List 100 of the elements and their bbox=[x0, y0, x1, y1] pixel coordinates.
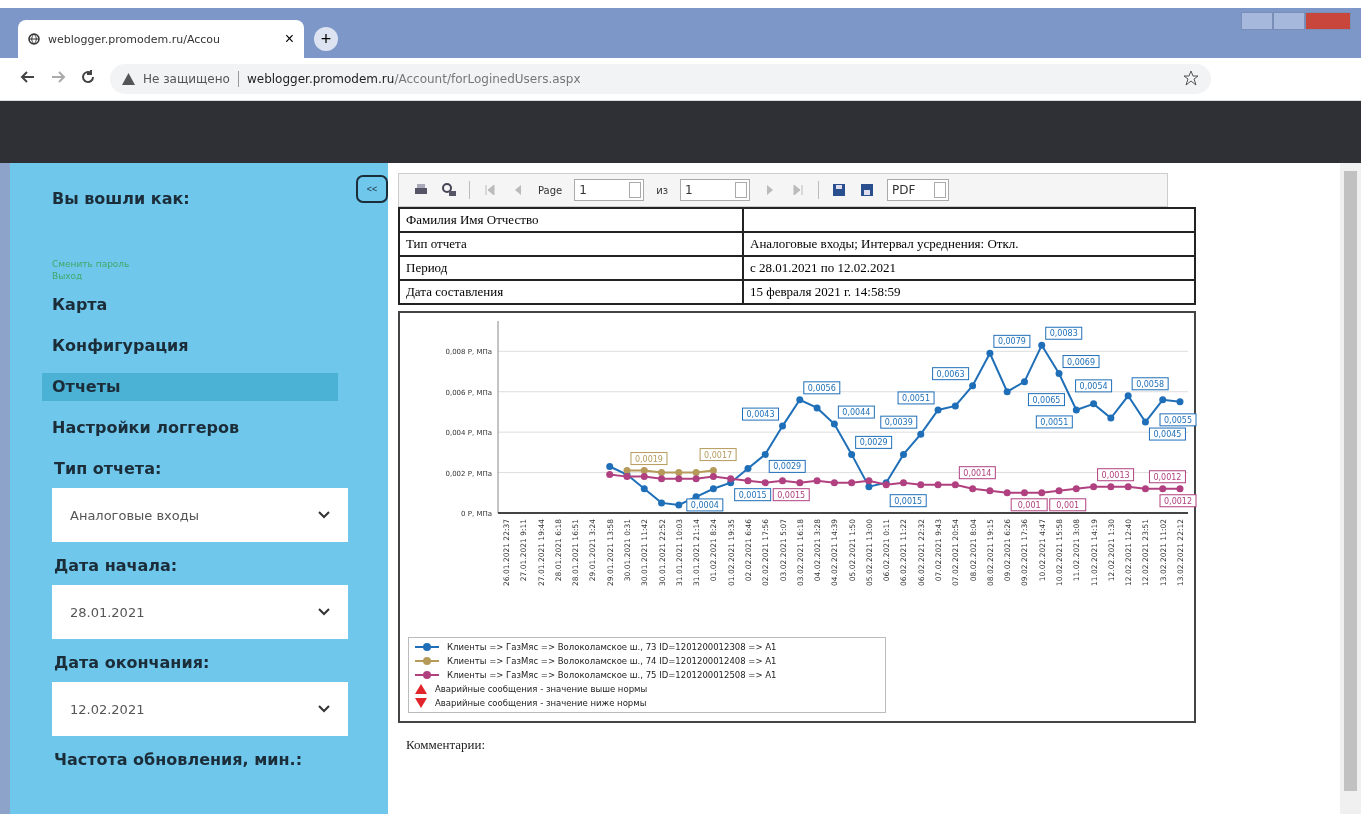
data-label: 0,0013 bbox=[1097, 468, 1135, 482]
data-point bbox=[761, 450, 769, 458]
annotation: 0,0079 bbox=[997, 337, 1026, 347]
data-label: 0,0015 bbox=[734, 488, 772, 502]
annotation: 0,0015 bbox=[777, 490, 806, 500]
new-tab-button[interactable]: + bbox=[314, 27, 338, 51]
annotation: 0,0083 bbox=[1049, 329, 1078, 339]
dropdown-field[interactable]: 28.01.2021 bbox=[52, 585, 348, 639]
collapse-button[interactable]: << bbox=[356, 175, 388, 203]
data-label: 0,0014 bbox=[958, 466, 996, 480]
data-label: 0,001 bbox=[1049, 498, 1087, 512]
annotation: 0,0012 bbox=[1153, 472, 1182, 482]
chevron-icon bbox=[318, 705, 330, 713]
annotation: 0,0044 bbox=[842, 408, 871, 418]
annotation: 0,0065 bbox=[1032, 395, 1061, 405]
data-point bbox=[1159, 485, 1167, 493]
annotation: 0,0014 bbox=[963, 468, 992, 478]
field-label: Дата окончания: bbox=[54, 653, 211, 672]
close-button[interactable] bbox=[1305, 12, 1351, 30]
annotation: 0,0055 bbox=[1164, 415, 1192, 425]
data-point bbox=[813, 477, 821, 485]
minimize-button[interactable] bbox=[1241, 12, 1273, 30]
url-text: weblogger.promodem.ru/Account/forLoginedUsers.aspx bbox=[246, 72, 581, 86]
data-point bbox=[934, 481, 942, 489]
page-label: Page bbox=[538, 184, 563, 196]
nav-item[interactable]: Настройки логгеров bbox=[42, 414, 338, 442]
data-point bbox=[1090, 400, 1098, 408]
security-label: Не защищено bbox=[143, 72, 230, 86]
comments-label: Комментарии: bbox=[406, 737, 487, 753]
data-label: 0,0019 bbox=[630, 452, 668, 466]
warning-icon bbox=[122, 73, 135, 85]
data-point bbox=[830, 420, 838, 428]
reload-icon[interactable] bbox=[80, 68, 96, 85]
data-label: 0,0069 bbox=[1062, 355, 1100, 369]
table-cell: Дата составления bbox=[399, 280, 743, 304]
legend-label: Аварийные сообщения - значение ниже нормы bbox=[435, 698, 647, 708]
dropdown-field[interactable]: 12.02.2021 bbox=[52, 682, 348, 736]
data-point bbox=[709, 485, 717, 493]
legend-label: Клиенты => ГазМяс => Волоколамское ш., 73 ID=1201200012308 => A1 bbox=[447, 642, 777, 652]
data-point bbox=[900, 479, 907, 487]
data-point bbox=[744, 477, 752, 485]
data-point bbox=[1159, 396, 1167, 404]
data-label: 0,0044 bbox=[837, 405, 875, 419]
data-point bbox=[1055, 370, 1063, 378]
data-point bbox=[813, 404, 821, 412]
data-point bbox=[848, 479, 856, 487]
data-label: 0,0063 bbox=[932, 367, 970, 381]
chevron-icon bbox=[318, 511, 330, 519]
annotation: 0,0045 bbox=[1153, 430, 1182, 440]
legend-line-icon bbox=[415, 656, 439, 666]
data-point bbox=[830, 479, 838, 487]
table-cell: Тип отчета bbox=[399, 232, 743, 256]
back-arrow-icon[interactable] bbox=[20, 68, 36, 85]
data-point bbox=[796, 479, 804, 487]
legend-line-icon bbox=[415, 642, 439, 652]
print-preview-icon[interactable] bbox=[441, 182, 457, 198]
data-label: 0,0015 bbox=[889, 494, 927, 508]
data-point bbox=[1107, 483, 1115, 491]
dropdown-field[interactable]: Аналоговые входы bbox=[52, 488, 348, 542]
annotation: 0,0029 bbox=[859, 438, 888, 448]
data-point bbox=[761, 479, 769, 487]
data-label: 0,0051 bbox=[1035, 415, 1073, 429]
data-label: 0,001 bbox=[1010, 498, 1048, 512]
forward-arrow-icon[interactable] bbox=[50, 68, 66, 85]
annotation: 0,0017 bbox=[704, 450, 733, 460]
data-point bbox=[1055, 487, 1063, 495]
table-cell: с 28.01.2021 по 12.02.2021 bbox=[743, 256, 1195, 280]
data-point bbox=[1176, 398, 1184, 406]
table-cell: Аналоговые входы; Интервал усреднения: Откл. bbox=[743, 232, 1195, 256]
page-select[interactable]: 1 bbox=[574, 179, 645, 201]
field-label: Частота обновления, мин.: bbox=[54, 750, 304, 769]
maximize-button[interactable] bbox=[1273, 12, 1305, 30]
close-tab-button[interactable]: × bbox=[284, 30, 294, 48]
data-label: 0,0079 bbox=[993, 334, 1031, 348]
annotation: 0,0013 bbox=[1101, 470, 1130, 480]
nav-item[interactable]: Карта bbox=[42, 291, 338, 319]
data-point bbox=[1107, 414, 1115, 422]
nav-item[interactable]: Конфигурация bbox=[42, 332, 338, 360]
nav-item[interactable]: Отчеты bbox=[42, 373, 338, 401]
table-cell: 15 февраля 2021 г. 14:58:59 bbox=[743, 280, 1195, 304]
star-icon[interactable] bbox=[1183, 69, 1199, 86]
data-point bbox=[1003, 388, 1011, 396]
data-label: 0,0051 bbox=[897, 391, 935, 405]
total-pages-select[interactable]: 1 bbox=[680, 179, 751, 201]
data-point bbox=[969, 485, 977, 493]
annotation: 0,0039 bbox=[884, 418, 913, 428]
table-cell: Период bbox=[399, 256, 743, 280]
first-page-icon[interactable] bbox=[482, 182, 498, 198]
browser-tab[interactable]: weblogger.promodem.ru/Accou × bbox=[18, 20, 304, 58]
save-icon[interactable] bbox=[831, 182, 848, 198]
data-label: 0,0029 bbox=[768, 459, 806, 473]
data-point bbox=[1141, 418, 1149, 426]
format-select[interactable]: PDF bbox=[887, 179, 950, 201]
scrollbar[interactable] bbox=[1340, 163, 1361, 814]
data-point bbox=[951, 481, 959, 489]
triangle-down-icon bbox=[415, 698, 427, 708]
address-bar[interactable]: Не защищено weblogger.promodem.ru/Account/forLoginedUsers.aspx bbox=[110, 64, 1211, 94]
data-point bbox=[1003, 489, 1011, 497]
export-icon[interactable] bbox=[859, 182, 876, 198]
data-point bbox=[1124, 483, 1132, 491]
